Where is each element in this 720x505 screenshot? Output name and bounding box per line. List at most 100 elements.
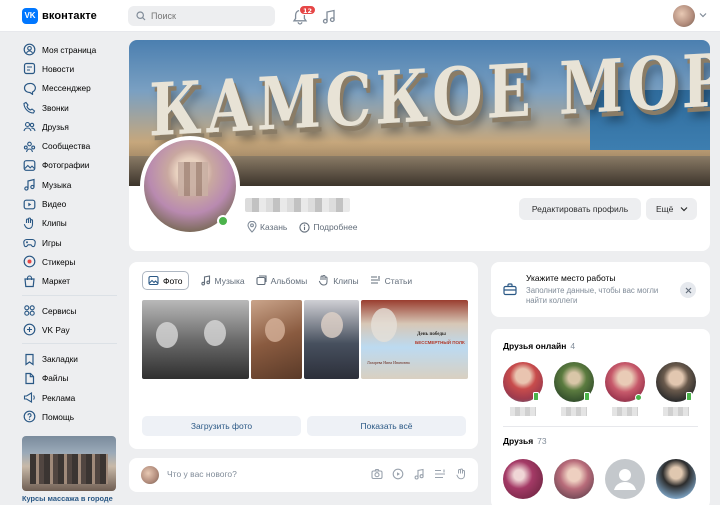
tab-clips[interactable]: Клипы [318, 271, 359, 290]
photo-thumbnail[interactable] [142, 300, 249, 379]
close-icon [685, 287, 691, 293]
sidebar: Моя страница Новости Мессенджер Звонки Друзь… [22, 40, 122, 503]
vk-logo-icon: VK [22, 8, 38, 24]
friend-avatar[interactable] [554, 459, 594, 499]
poster-title: День победы [417, 332, 446, 337]
more-button[interactable]: Ещё [646, 198, 697, 220]
music-icon[interactable] [413, 468, 425, 480]
close-button[interactable] [680, 282, 696, 298]
poster-subtitle: БЕССМЕРТНЫЙ ПОЛК [415, 340, 465, 345]
sidebar-item[interactable]: Закладки [22, 349, 122, 368]
album-icon [256, 275, 267, 286]
sidebar-item[interactable]: Новости [22, 59, 122, 78]
friend-name-blurred [663, 407, 689, 416]
sidebar-item-label: Друзья [42, 121, 69, 132]
tab-label: Статьи [384, 275, 413, 286]
online-indicator [635, 394, 642, 401]
sidebar-item-label: Маркет [42, 276, 71, 287]
upload-photo-button[interactable]: Загрузить фото [142, 416, 301, 436]
sidebar-item[interactable]: Клипы [22, 214, 122, 233]
sidebar-item[interactable]: VK Pay [22, 320, 122, 339]
camera-icon[interactable] [371, 468, 383, 480]
clips-icon[interactable] [455, 468, 467, 480]
communities-icon [22, 139, 36, 153]
message-icon [22, 81, 36, 95]
friend-avatar[interactable] [503, 459, 543, 499]
user-placeholder-icon [614, 469, 636, 490]
sidebar-item-label: Видео [42, 199, 67, 210]
music-icon[interactable] [320, 8, 338, 26]
post-input[interactable]: Что у вас нового? [167, 469, 237, 479]
sidebar-item-label: Реклама [42, 392, 76, 403]
photo-thumbnail[interactable] [304, 300, 359, 379]
sidebar-item-label: Клипы [42, 218, 67, 229]
friends-online-label: Друзья онлайн [503, 341, 567, 351]
poster-name: Лазарева Нина Ивановна [367, 360, 410, 365]
more-button-label: Ещё [656, 204, 674, 214]
sidebar-item-label: Файлы [42, 373, 69, 384]
sidebar-item[interactable]: Сервисы [22, 301, 122, 320]
search-input[interactable] [151, 11, 261, 21]
media-tabs: Фото Музыка Альбомы Клипы Статьи [142, 271, 423, 290]
vkpay-icon [22, 323, 36, 337]
notifications-badge: 12 [299, 5, 317, 15]
sidebar-divider [22, 343, 117, 345]
friends-title[interactable]: Друзья 73 [503, 436, 547, 446]
profile-name-blurred [245, 198, 350, 212]
friend-avatar[interactable] [656, 459, 696, 499]
sidebar-item[interactable]: Музыка [22, 175, 122, 194]
sidebar-item[interactable]: Стикеры [22, 252, 122, 271]
sidebar-item[interactable]: Фотографии [22, 156, 122, 175]
tab-label: Альбомы [270, 275, 308, 286]
top-bar: VK вконтакте 12 [0, 0, 720, 32]
user-circle-icon [22, 43, 36, 57]
tab-label: Фото [163, 275, 183, 286]
sidebar-item-label: Закладки [42, 354, 78, 365]
vk-logo[interactable]: VK вконтакте [22, 8, 97, 24]
chevron-down-icon[interactable] [699, 12, 707, 18]
video-icon[interactable] [392, 468, 404, 480]
tab-articles[interactable]: Статьи [370, 271, 413, 290]
sidebar-item[interactable]: Файлы [22, 369, 122, 388]
article-icon[interactable] [434, 468, 446, 480]
file-icon [22, 371, 36, 385]
user-avatar[interactable] [673, 5, 695, 27]
friend-avatar-placeholder[interactable] [605, 459, 645, 499]
friends-online-title[interactable]: Друзья онлайн 4 [503, 341, 575, 351]
ads-icon [22, 391, 36, 405]
users-icon [22, 120, 36, 134]
media-block: Фото Музыка Альбомы Клипы Статьи День по… [129, 262, 478, 449]
info-icon[interactable] [299, 221, 310, 233]
tab-photos[interactable]: Фото [142, 271, 189, 290]
sidebar-item[interactable]: Друзья [22, 117, 122, 136]
sidebar-item[interactable]: Звонки [22, 98, 122, 117]
details-link[interactable]: Подробнее [313, 222, 357, 232]
mobile-online-icon [686, 392, 692, 401]
friend-name-blurred [510, 407, 536, 416]
tab-albums[interactable]: Альбомы [256, 271, 308, 290]
tab-music[interactable]: Музыка [200, 271, 245, 290]
sidebar-item[interactable]: Маркет [22, 272, 122, 291]
sidebar-item[interactable]: Реклама [22, 388, 122, 407]
sidebar-item[interactable]: Игры [22, 233, 122, 252]
friends-label: Друзья [503, 436, 534, 446]
sidebar-item[interactable]: Сообщества [22, 136, 122, 155]
ad-title[interactable]: Курсы массажа в городе [22, 494, 122, 503]
clips-icon [319, 275, 328, 286]
location-pin-icon [247, 221, 257, 233]
sidebar-item-label: Сообщества [42, 141, 91, 152]
search-box[interactable] [128, 6, 275, 26]
post-composer: Что у вас нового? [129, 458, 478, 492]
sidebar-item[interactable]: Видео [22, 194, 122, 213]
show-all-button[interactable]: Показать всё [307, 416, 466, 436]
sidebar-item[interactable]: Помощь [22, 407, 122, 426]
edit-profile-button[interactable]: Редактировать профиль [519, 198, 641, 220]
sidebar-item-label: Игры [42, 237, 62, 248]
ad-image[interactable] [22, 435, 116, 491]
photo-thumbnail[interactable]: День победы БЕССМЕРТНЫЙ ПОЛК Лазарева Ни… [361, 300, 468, 379]
sidebar-item[interactable]: Мессенджер [22, 79, 122, 98]
photo-thumbnail[interactable] [251, 300, 302, 379]
work-title[interactable]: Укажите место работы [526, 273, 616, 283]
music-icon [200, 275, 210, 286]
sidebar-item[interactable]: Моя страница [22, 40, 122, 59]
